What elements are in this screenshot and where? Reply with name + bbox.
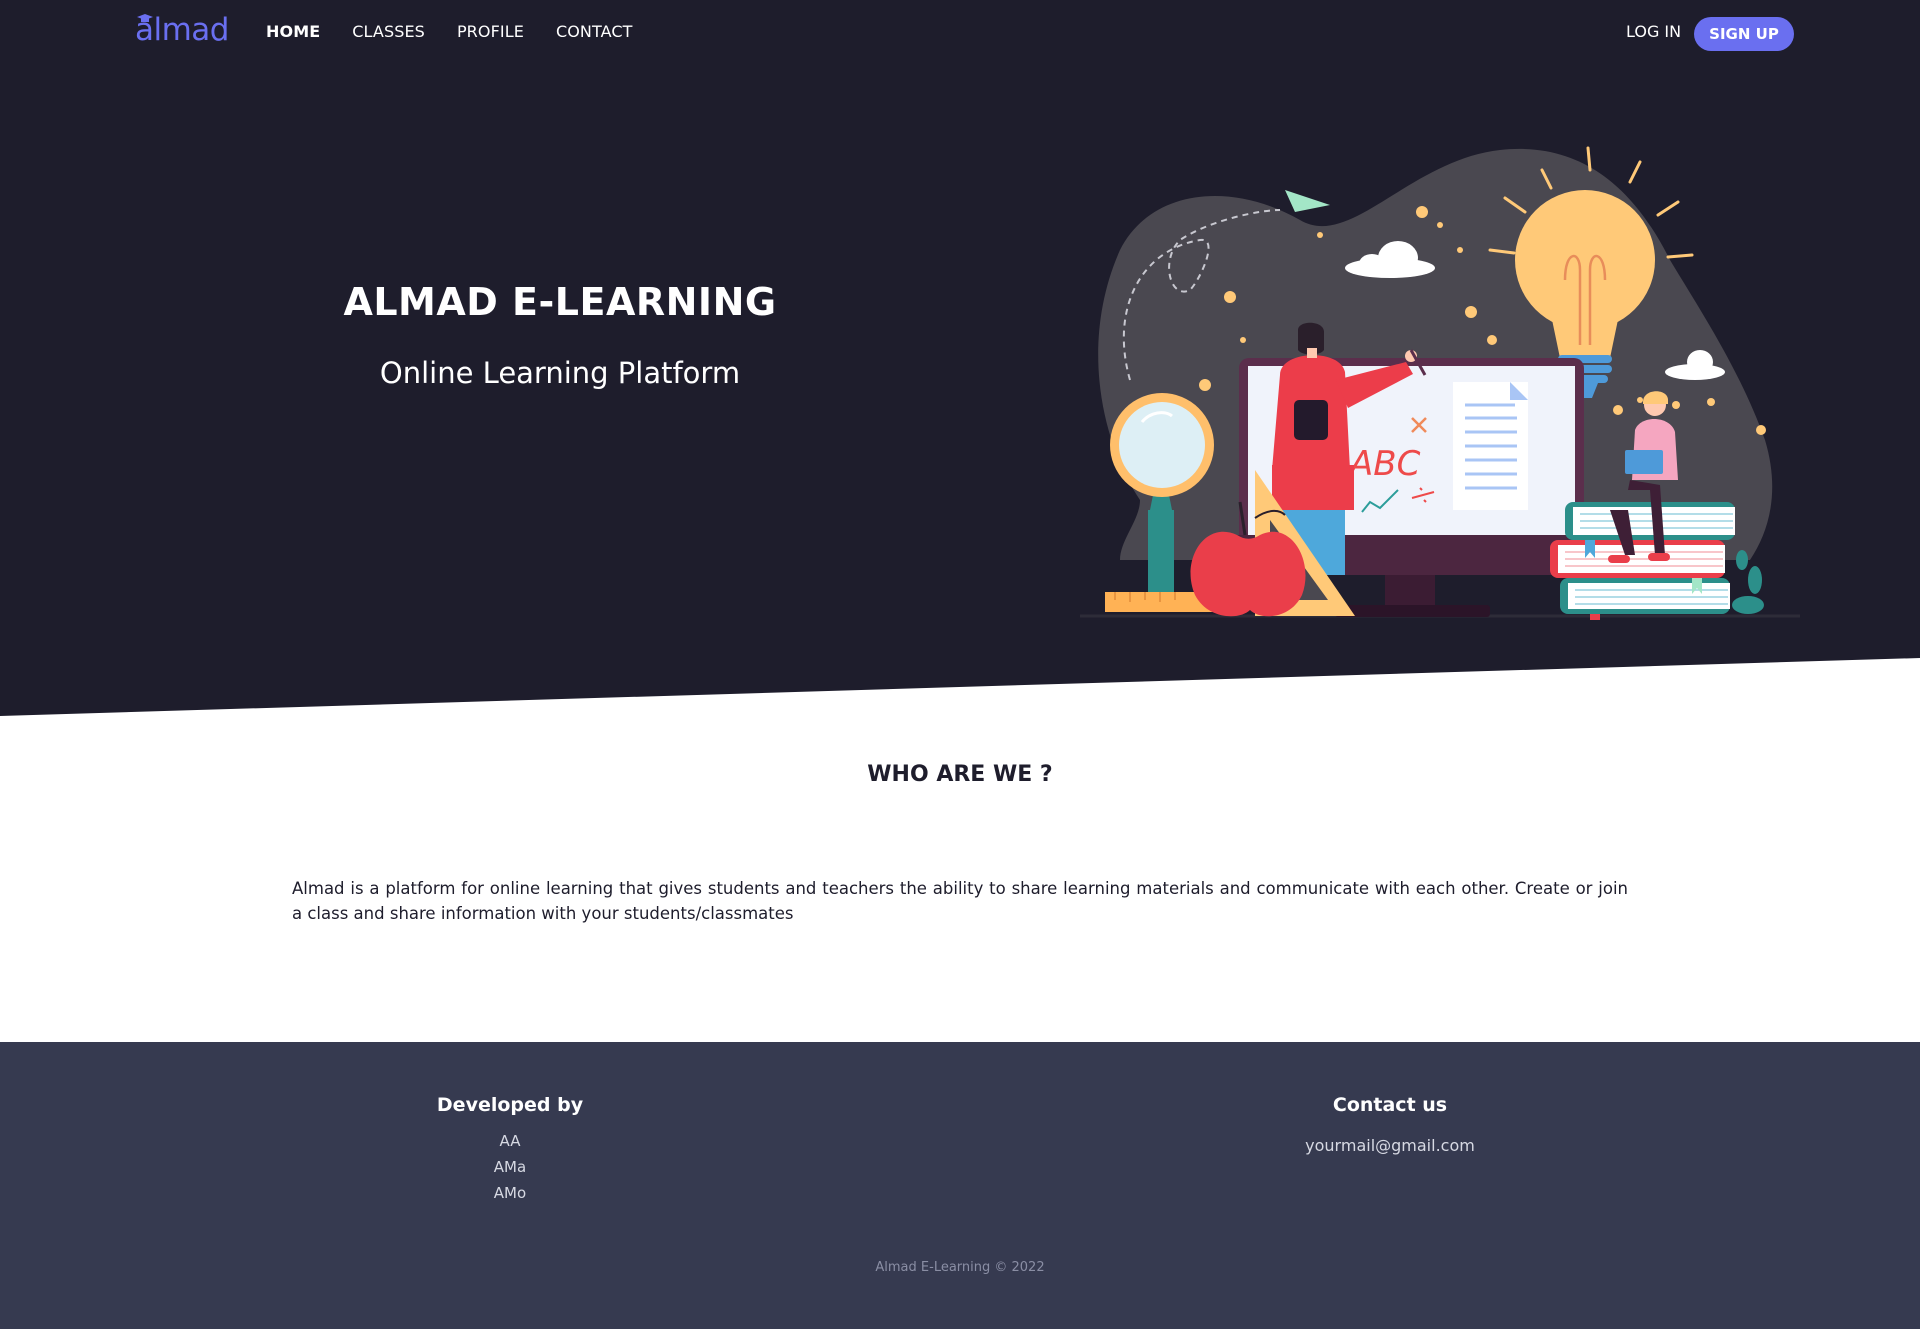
brand-logo[interactable]: almad: [135, 12, 229, 48]
developer-name: AMa: [493, 1158, 527, 1176]
hero-subtitle: Online Learning Platform: [379, 356, 741, 390]
developers-column: Developed by AA AMa AMo: [360, 1094, 660, 1206]
navbar: almad HOME CLASSES PROFILE CONTACT LOG I…: [0, 0, 1920, 66]
signup-button[interactable]: SIGN UP: [1694, 17, 1794, 51]
nav-link-home[interactable]: HOME: [266, 22, 320, 41]
paper-plane-icon: [1285, 190, 1330, 212]
footer: Developed by AA AMa AMo Contact us yourm…: [0, 1042, 1920, 1329]
nav-link-profile[interactable]: PROFILE: [457, 22, 524, 41]
e-learning-illustration: ABC: [1080, 146, 1800, 620]
nav-link-contact[interactable]: CONTACT: [556, 22, 633, 41]
nav-links: HOME CLASSES PROFILE CONTACT: [266, 22, 665, 41]
about-heading: WHO ARE WE ?: [867, 762, 1053, 787]
books-stack: [1550, 502, 1735, 620]
developer-name: AA: [499, 1132, 521, 1150]
contact-column: Contact us yourmail@gmail.com: [1240, 1094, 1540, 1155]
graduation-cap-icon: [137, 14, 153, 22]
hero-section: almad HOME CLASSES PROFILE CONTACT LOG I…: [0, 0, 1920, 720]
developer-name: AMo: [493, 1184, 527, 1202]
developers-title: Developed by: [436, 1094, 584, 1116]
contact-title: Contact us: [1332, 1094, 1448, 1116]
contact-email[interactable]: yourmail@gmail.com: [1240, 1136, 1540, 1155]
login-link[interactable]: LOG IN: [1626, 22, 1681, 41]
hero-title: ALMAD E-LEARNING: [343, 280, 777, 324]
about-text: Almad is a platform for online learning …: [292, 879, 1628, 923]
abc-text: ABC: [1348, 444, 1421, 484]
copyright: Almad E-Learning © 2022: [875, 1260, 1045, 1275]
nav-link-classes[interactable]: CLASSES: [352, 22, 425, 41]
lightbulb-icon: [1515, 190, 1655, 330]
